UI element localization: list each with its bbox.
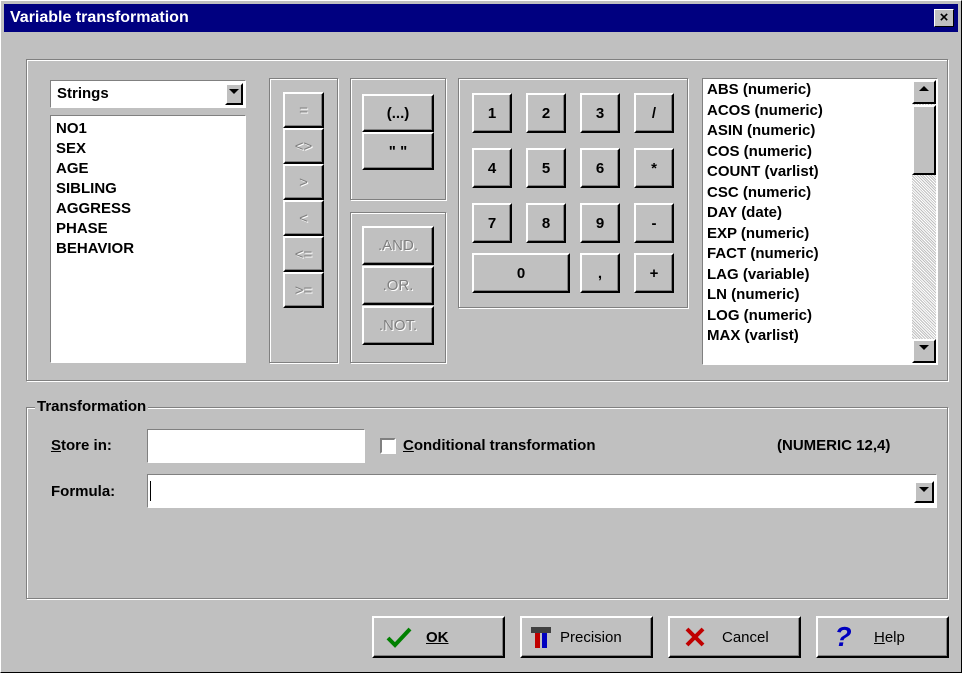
less-than-button[interactable]: < [283,200,324,236]
precision-button[interactable]: Precision [520,616,653,658]
function-list-scrollbar[interactable] [912,80,936,363]
cancel-button[interactable]: Cancel [668,616,801,658]
store-in-input[interactable] [147,429,365,463]
formula-label: Formula: [51,483,116,500]
keypad-key[interactable]: 2 [526,93,566,133]
function-item[interactable]: CSC (numeric) [707,183,823,204]
checkmark-icon [382,626,416,648]
scrollbar-thumb[interactable] [912,105,936,175]
function-list[interactable]: ABS (numeric) ACOS (numeric) ASIN (numeric… [702,78,938,365]
conditional-checkbox[interactable] [380,438,396,454]
type-info: (NUMERIC 12,4) [777,437,891,454]
keypad-key[interactable]: - [634,203,674,243]
store-in-label: Store in: [51,437,112,454]
chevron-down-icon [919,345,929,350]
function-item[interactable]: LOG (numeric) [707,306,823,327]
precision-label: Precision [560,628,622,646]
variable-item[interactable]: PHASE [56,219,134,239]
parentheses-button[interactable]: (...) [362,94,434,132]
transformation-group-label: Transformation [35,398,149,415]
dialog-window: Variable transformation × Strings NO1 SEX… [0,0,962,673]
function-item[interactable]: ACOS (numeric) [707,101,823,122]
keypad-key[interactable]: 6 [580,148,620,188]
tools-icon [526,624,556,650]
keypad-key[interactable]: + [634,253,674,293]
keypad-key[interactable]: * [634,148,674,188]
function-item[interactable]: MAX (varlist) [707,326,823,347]
function-item[interactable]: EXP (numeric) [707,224,823,245]
variable-type-dropdown-button[interactable] [225,83,243,105]
variable-item[interactable]: AGE [56,159,134,179]
not-button[interactable]: .NOT. [362,306,434,345]
cancel-label: Cancel [722,628,769,646]
greater-than-button[interactable]: > [283,164,324,200]
function-item[interactable]: COUNT (varlist) [707,162,823,183]
variable-list[interactable]: NO1 SEX AGE SIBLING AGGRESS PHASE BEHAVIOR [50,115,246,363]
not-equal-button[interactable]: <> [283,128,324,164]
chevron-down-icon [229,89,239,94]
window-title: Variable transformation [10,9,189,26]
function-item[interactable]: COS (numeric) [707,142,823,163]
keypad-key[interactable]: 5 [526,148,566,188]
keypad-key[interactable]: 1 [472,93,512,133]
and-button[interactable]: .AND. [362,226,434,265]
question-icon: ? [834,621,852,652]
x-icon [678,626,712,648]
conditional-mnemonic: C [403,437,414,454]
conditional-label-rest: onditional transformation [413,437,596,454]
variable-item[interactable]: AGGRESS [56,199,134,219]
variable-type-combo[interactable]: Strings [50,80,246,108]
chevron-down-icon [919,487,929,492]
store-in-label-rest: tore in: [61,437,112,454]
greater-equal-button[interactable]: >= [283,272,324,308]
help-button[interactable]: ? Help [816,616,949,658]
variable-type-value: Strings [57,85,109,102]
chevron-up-icon [919,86,929,91]
keypad-key[interactable]: 7 [472,203,512,243]
ok-button[interactable]: OK [372,616,505,658]
function-item[interactable]: LAG (variable) [707,265,823,286]
variable-item[interactable]: NO1 [56,119,134,139]
function-item[interactable]: ASIN (numeric) [707,121,823,142]
equals-button[interactable]: = [283,92,324,128]
quotes-button[interactable]: " " [362,132,434,170]
function-item[interactable]: LN (numeric) [707,285,823,306]
keypad-key[interactable]: / [634,93,674,133]
scroll-up-button[interactable] [912,80,936,104]
keypad-key[interactable]: 4 [472,148,512,188]
variable-item[interactable]: SEX [56,139,134,159]
help-label: Help [874,629,905,646]
keypad-key[interactable]: 3 [580,93,620,133]
or-button[interactable]: .OR. [362,266,434,305]
function-item[interactable]: ABS (numeric) [707,80,823,101]
close-button[interactable]: × [934,9,954,27]
formula-input[interactable] [147,474,937,508]
variable-item[interactable]: SIBLING [56,179,134,199]
keypad-key[interactable]: , [580,253,620,293]
store-in-mnemonic: S [51,437,62,454]
title-bar[interactable]: Variable transformation × [4,4,958,32]
help-label-rest: elp [884,628,905,646]
scroll-down-button[interactable] [912,339,936,363]
less-equal-button[interactable]: <= [283,236,324,272]
ok-label: OK [426,628,449,646]
keypad-key[interactable]: 8 [526,203,566,243]
keypad-key[interactable]: 9 [580,203,620,243]
conditional-label: Conditional transformation [403,437,596,454]
variable-item[interactable]: BEHAVIOR [56,239,134,259]
function-item[interactable]: DAY (date) [707,203,823,224]
help-mnemonic: H [874,628,885,646]
formula-dropdown-button[interactable] [914,481,934,503]
function-item[interactable]: FACT (numeric) [707,244,823,265]
text-cursor [150,481,151,501]
keypad-key[interactable]: 0 [472,253,570,293]
